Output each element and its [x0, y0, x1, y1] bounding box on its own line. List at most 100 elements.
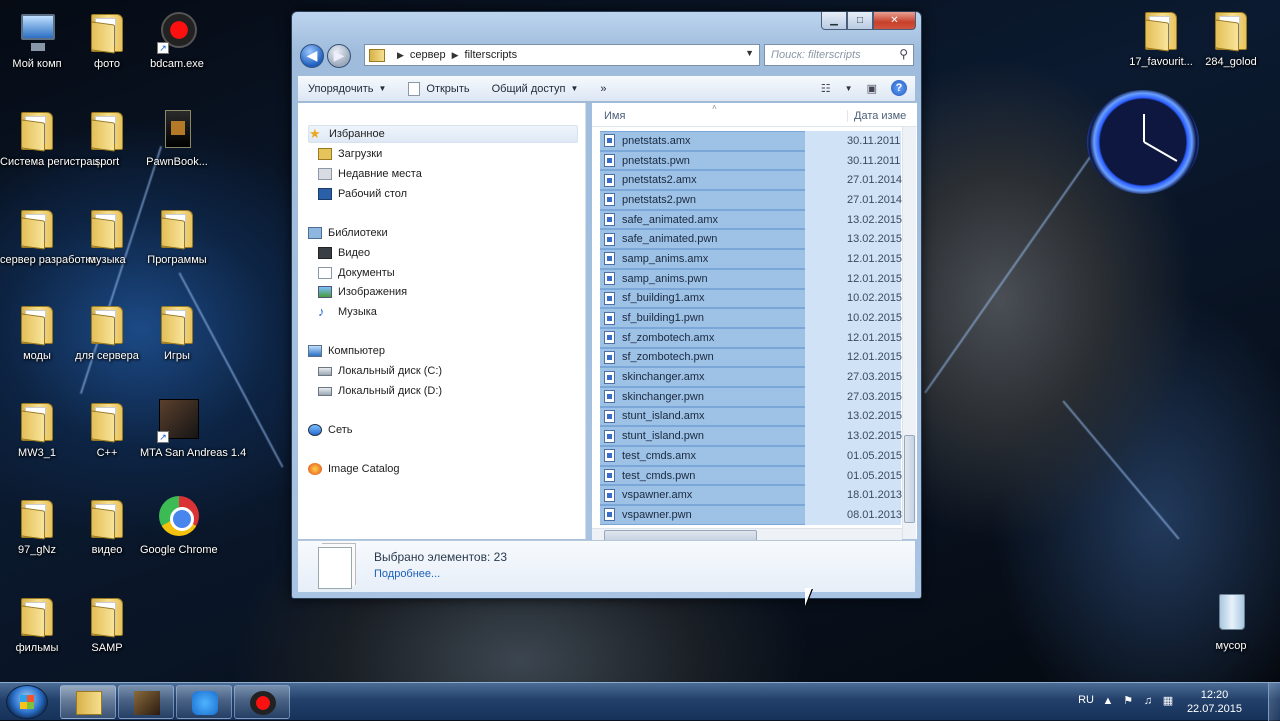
chevron-down-icon[interactable]: ▼	[745, 48, 754, 58]
minimize-button[interactable]: ▁	[821, 12, 847, 30]
nav-music[interactable]: ♪ Музыка	[318, 303, 377, 321]
file-row[interactable]: test_cmds.amx 01.05.2015	[592, 446, 917, 466]
chevron-down-icon[interactable]: ▼	[845, 84, 853, 93]
column-date[interactable]: Дата изме	[847, 110, 906, 122]
organize-button[interactable]: Упорядочить ▼	[308, 83, 386, 95]
file-row[interactable]: test_cmds.pwn 01.05.2015	[592, 465, 917, 486]
file-name-cell[interactable]: skinchanger.amx	[600, 367, 805, 387]
start-button[interactable]	[6, 685, 48, 719]
explorer-window[interactable]: ▁ □ ✕ ◀ ▶ ▶ сервер ▶ filterscripts ▼ ⇆ П…	[291, 11, 922, 599]
taskbar-explorer[interactable]	[60, 685, 116, 719]
file-name-cell[interactable]: sf_zombotech.pwn	[600, 347, 805, 368]
file-name-cell[interactable]: stunt_island.amx	[600, 406, 805, 427]
taskbar-bdcam[interactable]	[234, 685, 290, 719]
nav-favorites[interactable]: ★ Избранное	[308, 125, 578, 143]
language-indicator[interactable]: RU	[1078, 694, 1094, 706]
forward-button[interactable]: ▶	[327, 44, 351, 68]
file-row[interactable]: vspawner.amx 18.01.2013	[592, 485, 917, 506]
desktop-icon-pawnbook-[interactable]: PawnBook...	[140, 106, 214, 169]
file-name-cell[interactable]: samp_anims.pwn	[600, 268, 805, 289]
file-row[interactable]: pnetstats.pwn 30.11.2011	[592, 150, 917, 171]
show-hidden-icons-icon[interactable]: ▲	[1102, 695, 1114, 707]
file-name-cell[interactable]: test_cmds.pwn	[600, 465, 805, 486]
network-status-icon[interactable]: ▦	[1162, 695, 1174, 707]
file-name-cell[interactable]: pnetstats.amx	[600, 131, 805, 151]
nav-disk-c[interactable]: Локальный диск (C:)	[318, 362, 442, 380]
file-row[interactable]: pnetstats2.amx 27.01.2014	[592, 170, 917, 191]
file-row[interactable]: sf_building1.amx 10.02.2015	[592, 288, 917, 309]
vertical-scrollbar[interactable]	[902, 127, 916, 539]
taskbar-mta[interactable]	[118, 685, 174, 719]
desktop-icon-284-golod[interactable]: 284_golod	[1194, 6, 1268, 69]
file-name-cell[interactable]: vspawner.amx	[600, 485, 805, 506]
desktop-icon-для-сервера[interactable]: для сервера	[70, 300, 144, 363]
desktop-icon-фильмы[interactable]: фильмы	[0, 592, 74, 655]
nav-downloads[interactable]: Загрузки	[318, 145, 382, 163]
column-name[interactable]: Имя	[604, 110, 625, 122]
file-row[interactable]: skinchanger.pwn 27.03.2015	[592, 386, 917, 407]
file-row[interactable]: samp_anims.amx 12.01.2015	[592, 249, 917, 269]
action-center-icon[interactable]: ⚑	[1122, 695, 1134, 707]
desktop-icon-моды[interactable]: моды	[0, 300, 74, 363]
desktop-icon-sport[interactable]: sport	[70, 106, 144, 169]
breadcrumb-part[interactable]: filterscripts	[465, 49, 518, 61]
file-row[interactable]: pnetstats.amx 30.11.2011	[592, 131, 917, 151]
nav-network[interactable]: Сеть	[308, 421, 352, 439]
help-icon[interactable]: ?	[891, 80, 907, 96]
maximize-button[interactable]: □	[847, 12, 873, 30]
file-name-cell[interactable]: vspawner.pwn	[600, 505, 805, 525]
desktop-icon-видео[interactable]: видео	[70, 494, 144, 557]
file-name-cell[interactable]: safe_animated.pwn	[600, 229, 805, 250]
nav-documents[interactable]: Документы	[318, 264, 395, 282]
nav-video[interactable]: Видео	[318, 244, 370, 262]
file-name-cell[interactable]: pnetstats2.amx	[600, 170, 805, 191]
search-icon[interactable]: ⚲	[899, 47, 908, 61]
view-options-icon[interactable]: ☷	[821, 82, 831, 95]
file-name-cell[interactable]: sf_building1.amx	[600, 288, 805, 309]
search-input[interactable]: Поиск: filterscripts ⚲	[764, 44, 914, 66]
close-button[interactable]: ✕	[873, 12, 916, 30]
file-name-cell[interactable]: pnetstats.pwn	[600, 150, 805, 171]
scroll-thumb[interactable]	[904, 435, 915, 523]
clock[interactable]: 12:20 22.07.2015	[1187, 688, 1242, 716]
desktop-icon-система-регистрац-[interactable]: Система регистрац...	[0, 106, 108, 169]
desktop-icon-мусор[interactable]: мусор	[1194, 590, 1268, 653]
preview-pane-icon[interactable]: ▣	[867, 82, 877, 95]
file-name-cell[interactable]: test_cmds.amx	[600, 446, 805, 466]
share-button[interactable]: Общий доступ ▼	[492, 83, 579, 95]
nav-disk-d[interactable]: Локальный диск (D:)	[318, 382, 442, 400]
address-bar[interactable]: ▶ сервер ▶ filterscripts ▼ ⇆	[364, 44, 783, 66]
file-row[interactable]: safe_animated.amx 13.02.2015	[592, 209, 917, 230]
nav-recent[interactable]: Недавние места	[318, 165, 422, 183]
taskbar-app[interactable]	[176, 685, 232, 719]
file-row[interactable]: skinchanger.amx 27.03.2015	[592, 367, 917, 387]
file-name-cell[interactable]: stunt_island.pwn	[600, 426, 805, 446]
desktop-icon-mw3-1[interactable]: MW3_1	[0, 397, 74, 460]
desktop-icon-c-[interactable]: C++	[70, 397, 144, 460]
file-name-cell[interactable]: skinchanger.pwn	[600, 386, 805, 407]
file-row[interactable]: sf_zombotech.amx 12.01.2015	[592, 327, 917, 348]
nav-desktop[interactable]: Рабочий стол	[318, 185, 407, 203]
volume-icon[interactable]: ♫	[1142, 695, 1154, 707]
desktop-icon-google-chrome[interactable]: Google Chrome	[140, 494, 218, 557]
clock-gadget[interactable]	[1087, 90, 1199, 194]
back-button[interactable]: ◀	[300, 44, 324, 68]
nav-images[interactable]: Изображения	[318, 283, 407, 301]
file-name-cell[interactable]: sf_zombotech.amx	[600, 327, 805, 348]
desktop-icon-bdcam-exe[interactable]: ↗ bdcam.exe	[140, 8, 214, 71]
desktop-icon-17-favourit-[interactable]: 17_favourit...	[1124, 6, 1198, 69]
more-details-link[interactable]: Подробнее...	[374, 568, 440, 580]
desktop-icon-игры[interactable]: Игры	[140, 300, 214, 363]
file-name-cell[interactable]: sf_building1.pwn	[600, 308, 805, 328]
desktop-icon-программы[interactable]: Программы	[140, 204, 214, 267]
desktop-icon-mta-san-andreas-1-4[interactable]: ↗ MTA San Andreas 1.4	[140, 397, 246, 460]
file-row[interactable]: stunt_island.amx 13.02.2015	[592, 406, 917, 427]
desktop-icon-музыка[interactable]: музыка	[70, 204, 144, 267]
file-name-cell[interactable]: pnetstats2.pwn	[600, 190, 805, 210]
nav-image-catalog[interactable]: Image Catalog	[308, 460, 400, 478]
file-row[interactable]: safe_animated.pwn 13.02.2015	[592, 229, 917, 250]
breadcrumb-part[interactable]: сервер	[410, 49, 446, 61]
file-row[interactable]: vspawner.pwn 08.01.2013	[592, 505, 917, 525]
more-commands-button[interactable]: »	[600, 83, 606, 95]
file-row[interactable]: stunt_island.pwn 13.02.2015	[592, 426, 917, 446]
